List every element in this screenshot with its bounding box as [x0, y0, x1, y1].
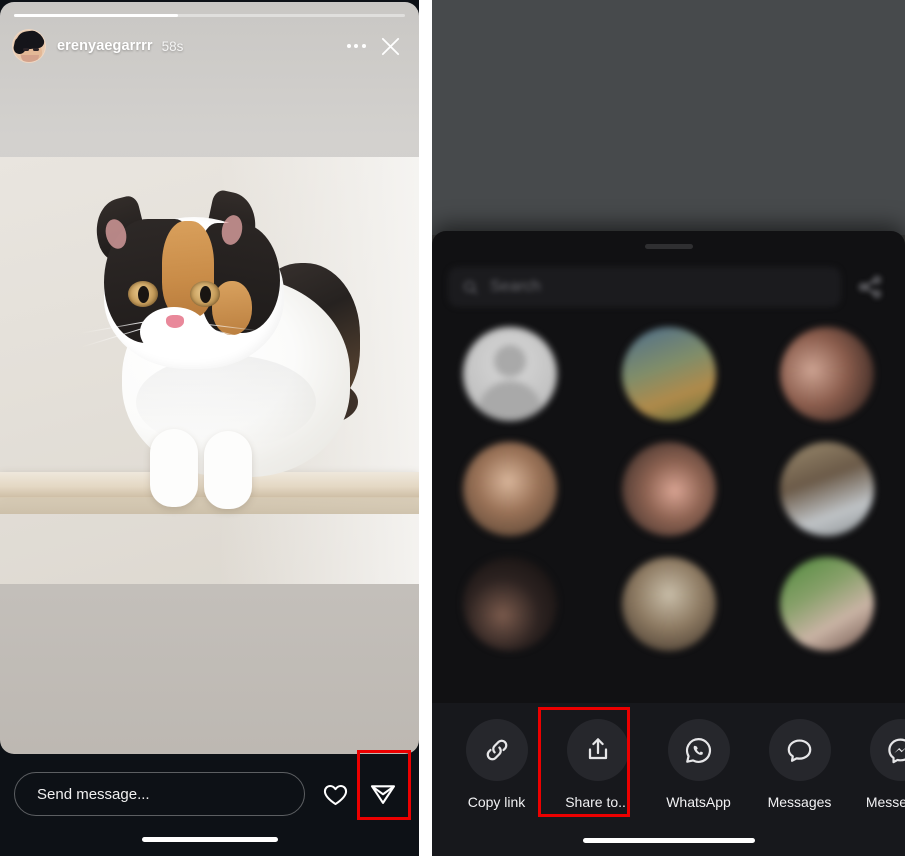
share-to-circle	[566, 719, 629, 781]
messages-button[interactable]: Messages	[749, 719, 850, 810]
contact-avatar	[463, 327, 557, 421]
share-to-label: Share to...	[565, 794, 630, 810]
contact-avatar	[621, 442, 716, 536]
contact-avatar	[463, 442, 557, 536]
like-button[interactable]	[313, 772, 357, 816]
contact-cell[interactable]	[767, 327, 887, 430]
messages-label: Messages	[767, 794, 832, 810]
contact-cell[interactable]	[767, 442, 887, 545]
sheet-search-row: Search	[432, 263, 905, 311]
contact-avatar	[780, 327, 874, 421]
contact-avatar	[780, 442, 874, 536]
home-indicator-right	[582, 838, 755, 843]
copy-link-button[interactable]: Copy link	[446, 719, 547, 810]
contacts-row	[450, 327, 887, 430]
contact-cell[interactable]	[450, 327, 570, 430]
link-icon	[486, 739, 507, 761]
whatsapp-circle	[667, 719, 730, 781]
external-share-button[interactable]	[851, 268, 889, 306]
story-card: erenyaegarrrr 58s	[0, 2, 419, 754]
whatsapp-button[interactable]: WhatsApp	[648, 719, 749, 810]
heart-icon	[323, 784, 347, 805]
ellipsis-icon	[346, 44, 366, 48]
contact-cell[interactable]	[767, 557, 887, 660]
messenger-icon	[888, 738, 905, 763]
search-icon	[464, 280, 478, 294]
contact-cell[interactable]	[609, 327, 729, 430]
close-icon	[381, 37, 399, 55]
story-progress-bar[interactable]	[14, 14, 405, 17]
share-node-icon	[859, 276, 881, 298]
send-share-button[interactable]	[361, 772, 405, 816]
share-to-button[interactable]: Share to...	[547, 719, 648, 810]
share-bottom-sheet: Search	[432, 231, 905, 703]
home-indicator-left	[141, 837, 278, 842]
whatsapp-icon	[685, 737, 711, 763]
messages-circle	[768, 719, 831, 781]
avatar[interactable]	[12, 29, 46, 63]
copy-link-label: Copy link	[467, 794, 526, 810]
story-username[interactable]: erenyaegarrrr	[57, 38, 153, 54]
search-input[interactable]: Search	[448, 267, 841, 307]
contact-cell[interactable]	[450, 557, 570, 660]
search-placeholder-text: Search	[490, 278, 541, 295]
sheet-drag-handle[interactable]	[644, 244, 693, 249]
messenger-label: Messenger	[865, 794, 905, 810]
more-options-button[interactable]	[339, 29, 373, 63]
copy-link-circle	[465, 719, 528, 781]
dimmed-story-top	[432, 0, 905, 235]
messenger-button[interactable]: Messenger	[850, 719, 905, 810]
message-bubble-icon	[787, 738, 812, 762]
contact-avatar	[621, 327, 716, 421]
cat-illustration	[62, 188, 362, 523]
contacts-row	[450, 442, 887, 545]
messenger-circle	[869, 719, 905, 781]
contact-cell[interactable]	[609, 557, 729, 660]
contacts-row	[450, 557, 887, 660]
story-header: erenyaegarrrr 58s	[0, 24, 419, 68]
send-message-input[interactable]: Send message...	[14, 772, 305, 816]
story-viewer-panel: erenyaegarrrr 58s Send message...	[0, 0, 419, 856]
contact-cell[interactable]	[450, 442, 570, 545]
story-progress-fill	[14, 14, 179, 17]
whatsapp-label: WhatsApp	[666, 794, 731, 810]
contact-avatar	[621, 557, 716, 651]
screenshot-stage: erenyaegarrrr 58s Send message... Search…	[0, 0, 905, 856]
contacts-grid	[432, 315, 905, 703]
share-upload-icon	[588, 738, 607, 760]
story-photo	[0, 157, 419, 584]
share-sheet-panel: Search Copy link Share to... WhatsApp Me…	[432, 0, 905, 856]
paper-plane-icon	[370, 785, 396, 804]
contact-avatar	[780, 557, 874, 651]
story-timestamp: 58s	[161, 38, 184, 54]
contact-cell[interactable]	[609, 442, 729, 545]
close-story-button[interactable]	[373, 29, 407, 63]
share-action-bar: Copy link Share to... WhatsApp Messages …	[432, 703, 905, 856]
contact-avatar	[463, 557, 557, 651]
panel-divider	[419, 0, 432, 856]
